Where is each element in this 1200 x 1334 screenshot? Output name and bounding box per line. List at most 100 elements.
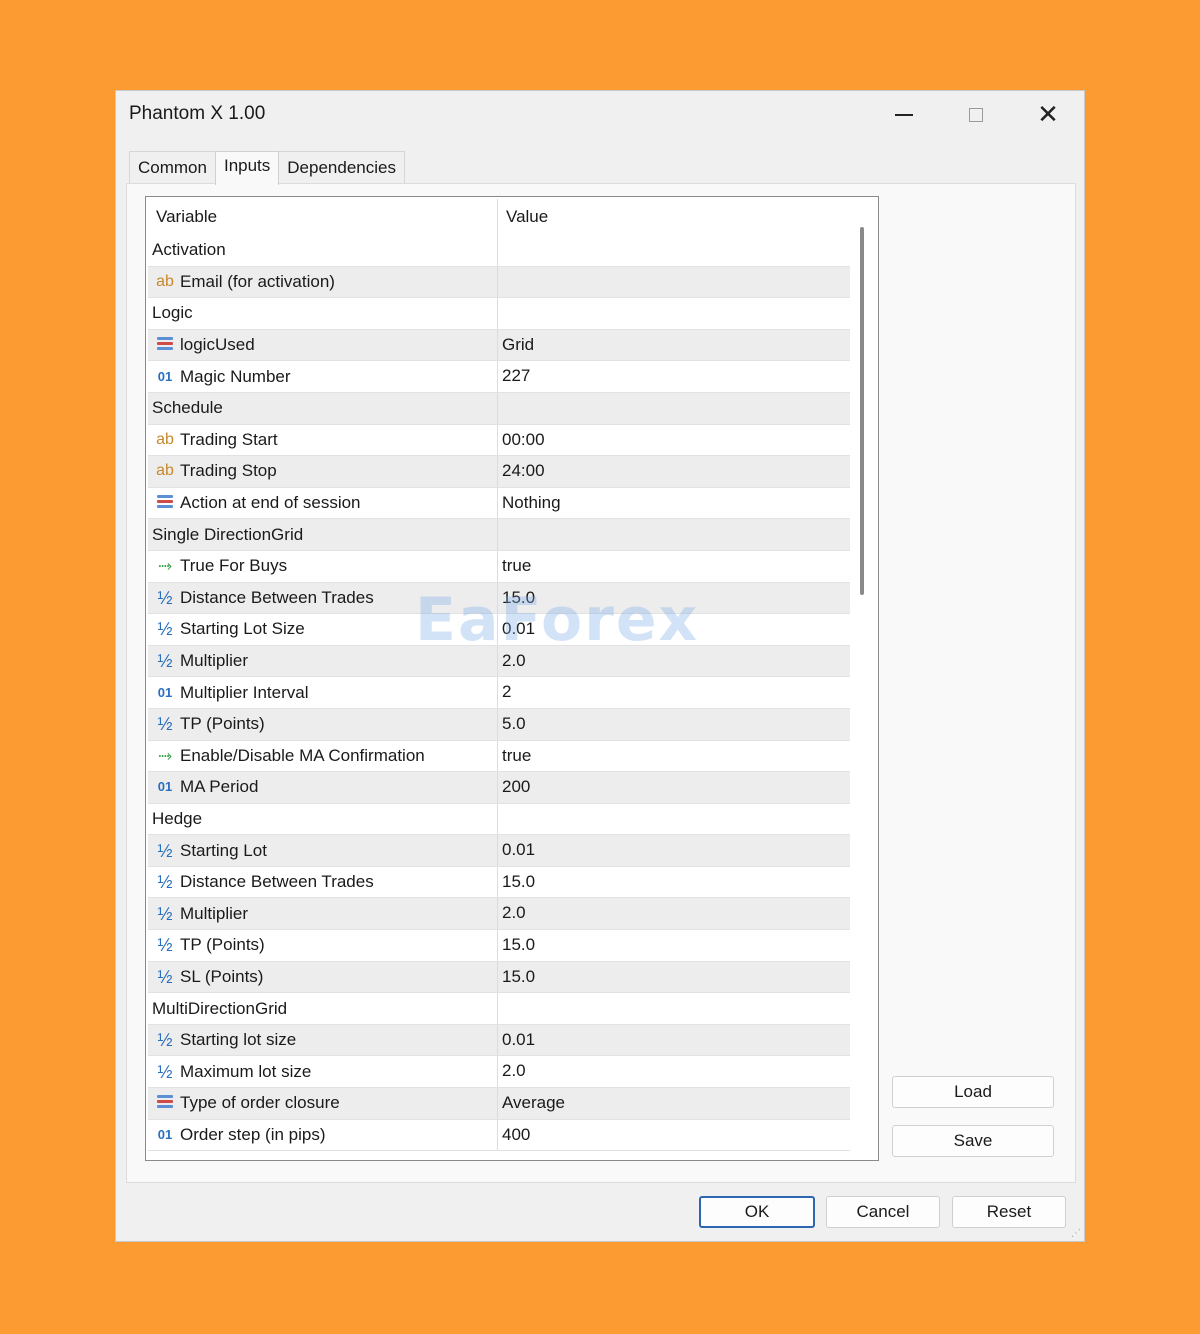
variable-label: True For Buys xyxy=(180,556,288,576)
bool-type-icon: ⤑ xyxy=(158,556,172,576)
value-cell[interactable]: 227 xyxy=(498,361,850,392)
value-cell[interactable]: 2.0 xyxy=(498,898,850,929)
value-cell[interactable] xyxy=(498,267,850,298)
table-row[interactable]: ab Trading Stop 24:00 xyxy=(148,456,850,488)
table-row[interactable]: ½ Starting Lot 0.01 xyxy=(148,835,850,867)
double-type-icon: ½ xyxy=(157,651,173,672)
table-row[interactable]: ½ SL (Points) 15.0 xyxy=(148,961,850,994)
table-row[interactable]: ½ TP (Points) 15.0 xyxy=(148,930,850,962)
variable-label: MultiDirectionGrid xyxy=(152,998,288,1018)
variable-cell: logicUsed xyxy=(148,329,498,361)
table-row[interactable]: ½ Maximum lot size 2.0 xyxy=(148,1056,850,1089)
tab-dependencies[interactable]: Dependencies xyxy=(278,151,405,183)
value-cell[interactable]: 2 xyxy=(498,677,850,708)
value-cell[interactable]: Nothing xyxy=(498,488,850,519)
table-row[interactable]: 01 Multiplier Interval 2 xyxy=(148,677,850,709)
group-header-row[interactable]: Schedule xyxy=(148,392,850,425)
table-row[interactable]: Type of order closure Average xyxy=(148,1088,850,1120)
bool-type-icon: ⤑ xyxy=(158,745,172,765)
table-row[interactable]: ⤑ True For Buys true xyxy=(148,550,850,583)
save-button[interactable]: Save xyxy=(892,1125,1054,1157)
string-type-icon: ab xyxy=(156,430,174,448)
variable-label: Trading Start xyxy=(180,429,278,449)
column-header-variable[interactable]: Variable xyxy=(148,199,498,235)
table-row[interactable]: logicUsed Grid xyxy=(148,329,850,362)
table-row[interactable]: ½ Distance Between Trades 15.0 xyxy=(148,582,850,615)
cancel-button[interactable]: Cancel xyxy=(826,1196,940,1228)
group-header-row[interactable]: Single DirectionGrid xyxy=(148,519,850,551)
variable-label: Starting lot size xyxy=(180,1030,297,1050)
table-row[interactable]: 01 Magic Number 227 xyxy=(148,361,850,393)
value-cell[interactable]: 400 xyxy=(498,1120,850,1151)
reset-button[interactable]: Reset xyxy=(952,1196,1066,1228)
table-row[interactable]: ½ Distance Between Trades 15.0 xyxy=(148,866,850,899)
value-cell[interactable]: Average xyxy=(498,1088,850,1119)
window-title: Phantom X 1.00 xyxy=(129,103,266,124)
table-row[interactable]: 01 Order step (in pips) 400 xyxy=(148,1119,850,1152)
group-header-row[interactable]: MultiDirectionGrid xyxy=(148,993,850,1025)
table-row[interactable]: ab Email (for activation) xyxy=(148,266,850,299)
value-cell[interactable]: Grid xyxy=(498,330,850,361)
tab-inputs[interactable]: Inputs xyxy=(214,151,280,185)
value-cell[interactable]: true xyxy=(498,551,850,582)
table-row[interactable]: ½ Multiplier 2.0 xyxy=(148,645,850,678)
close-icon: ✕ xyxy=(1037,100,1059,130)
value-cell[interactable]: true xyxy=(498,741,850,772)
variable-label: Starting Lot xyxy=(180,840,267,860)
group-header-row[interactable]: Activation xyxy=(148,235,850,267)
load-button[interactable]: Load xyxy=(892,1076,1054,1108)
minimize-icon xyxy=(895,114,913,116)
variable-cell: ½ Starting Lot xyxy=(148,835,498,866)
double-type-icon: ½ xyxy=(157,903,173,924)
variable-label: Order step (in pips) xyxy=(180,1124,326,1144)
value-cell xyxy=(498,298,850,329)
maximize-button[interactable] xyxy=(951,97,1001,133)
vertical-scrollbar[interactable] xyxy=(860,227,864,595)
enum-list-icon xyxy=(154,1088,176,1118)
variable-cell: ½ Starting Lot Size xyxy=(148,614,498,645)
table-row[interactable]: ½ Starting lot size 0.01 xyxy=(148,1024,850,1057)
variable-cell: ½ TP (Points) xyxy=(148,708,498,740)
close-button[interactable]: ✕ xyxy=(1023,97,1073,133)
table-row[interactable]: ½ Multiplier 2.0 xyxy=(148,898,850,931)
value-cell[interactable]: 15.0 xyxy=(498,867,850,898)
table-row[interactable]: Action at end of session Nothing xyxy=(148,487,850,520)
integer-type-icon: 01 xyxy=(157,684,173,700)
value-cell[interactable]: 2.0 xyxy=(498,1056,850,1087)
value-cell[interactable]: 200 xyxy=(498,772,850,803)
minimize-button[interactable] xyxy=(879,97,929,133)
variable-label: Logic xyxy=(152,303,193,323)
value-cell[interactable]: 2.0 xyxy=(498,646,850,677)
table-row[interactable]: ½ Starting Lot Size 0.01 xyxy=(148,614,850,646)
ok-button[interactable]: OK xyxy=(699,1196,815,1228)
value-cell[interactable]: 0.01 xyxy=(498,835,850,866)
value-cell[interactable]: 00:00 xyxy=(498,425,850,456)
variable-label: Multiplier xyxy=(180,651,249,671)
dialog-window: Phantom X 1.00 ✕ Common Inputs Dependenc… xyxy=(115,90,1085,1242)
resize-grip-icon[interactable]: ⋰ xyxy=(1071,1228,1081,1239)
column-header-value[interactable]: Value xyxy=(498,199,850,235)
variable-cell: ab Email (for activation) xyxy=(148,266,498,298)
table-row[interactable]: ⤑ Enable/Disable MA Confirmation true xyxy=(148,740,850,773)
value-cell[interactable]: 15.0 xyxy=(498,583,850,614)
variable-label: Single DirectionGrid xyxy=(152,524,304,544)
variable-label: Magic Number xyxy=(180,366,291,386)
double-type-icon: ½ xyxy=(157,587,173,608)
value-cell[interactable]: 0.01 xyxy=(498,614,850,645)
value-cell[interactable]: 24:00 xyxy=(498,456,850,487)
tab-common[interactable]: Common xyxy=(129,151,216,183)
variable-cell: 01 MA Period xyxy=(148,772,498,803)
value-cell[interactable]: 15.0 xyxy=(498,930,850,961)
double-type-icon: ½ xyxy=(157,714,173,735)
variable-label: Starting Lot Size xyxy=(180,619,305,639)
enum-list-icon xyxy=(154,330,176,360)
table-row[interactable]: 01 MA Period 200 xyxy=(148,772,850,804)
value-cell[interactable]: 15.0 xyxy=(498,962,850,993)
value-cell[interactable]: 5.0 xyxy=(498,709,850,740)
table-row[interactable]: ½ TP (Points) 5.0 xyxy=(148,708,850,741)
group-header-row[interactable]: Hedge xyxy=(148,803,850,836)
value-cell[interactable]: 0.01 xyxy=(498,1025,850,1056)
tab-bar: Common Inputs Dependencies xyxy=(129,151,405,185)
table-row[interactable]: ab Trading Start 00:00 xyxy=(148,424,850,457)
group-header-row[interactable]: Logic xyxy=(148,298,850,330)
